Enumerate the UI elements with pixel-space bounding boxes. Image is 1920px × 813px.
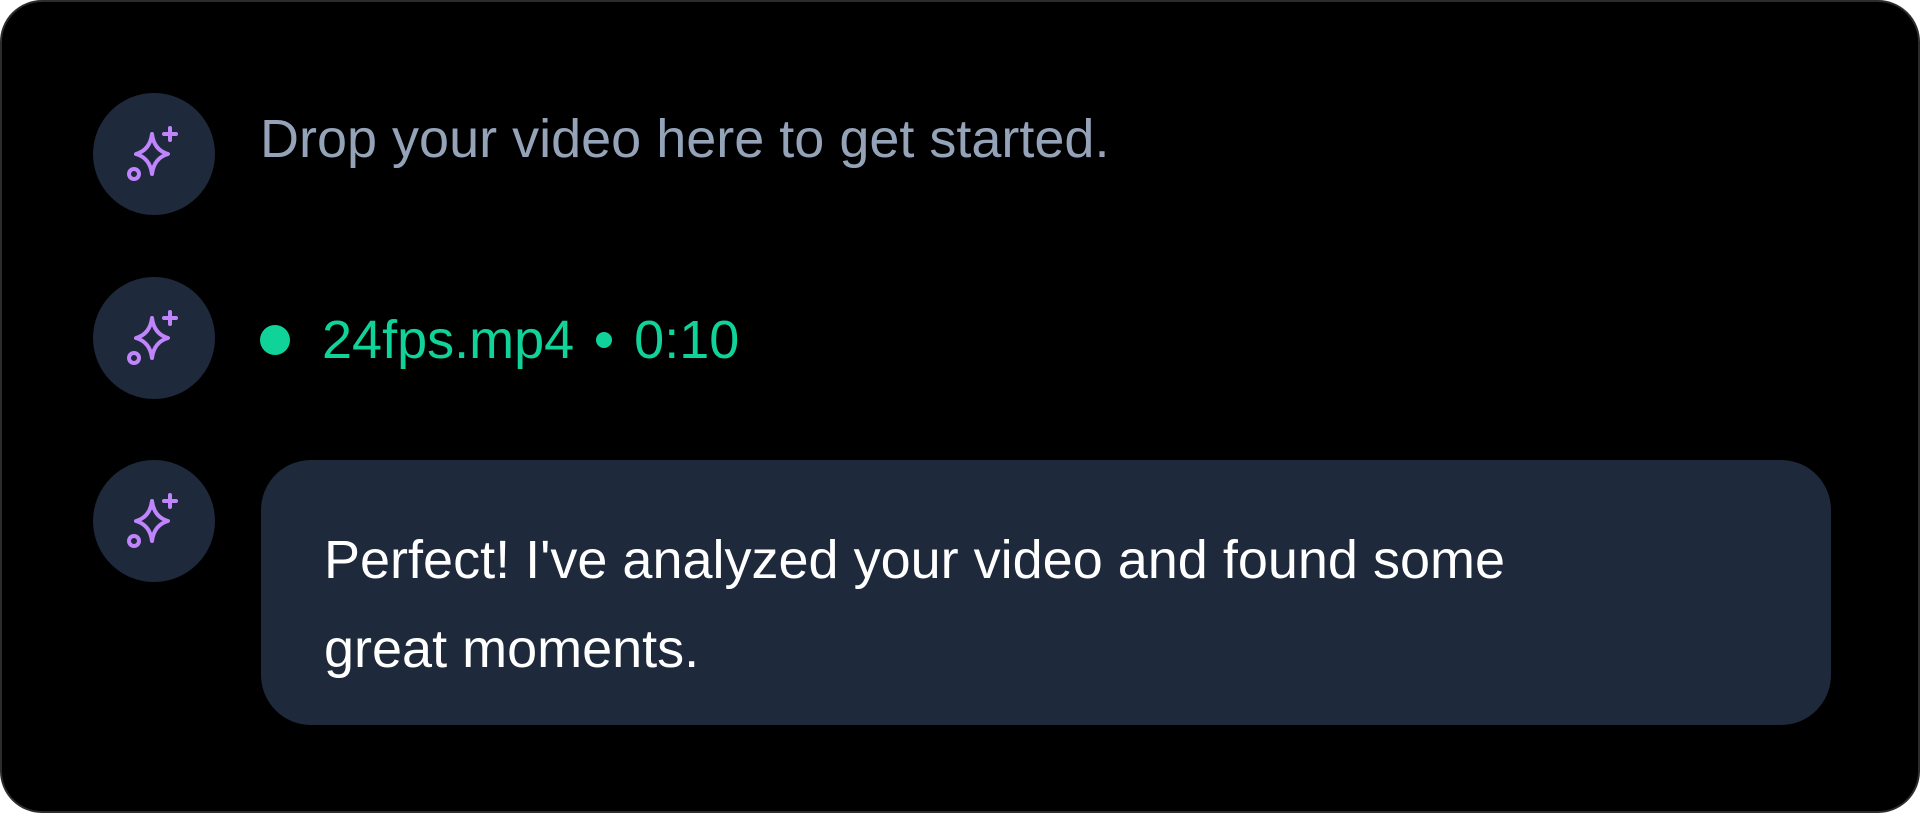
assistant-avatar xyxy=(93,277,215,399)
file-status: 24fps.mp4 0:10 xyxy=(260,308,739,372)
assistant-message-text: Perfect! I've analyzed your video and fo… xyxy=(324,530,1506,679)
sparkles-icon xyxy=(127,310,178,365)
video-duration: 0:10 xyxy=(634,310,740,370)
drop-video-hint: Drop your video here to get started. xyxy=(260,109,1110,169)
sparkles-icon xyxy=(127,493,178,548)
status-indicator xyxy=(260,325,290,355)
chat-panel: Drop your video here to get started. 24f… xyxy=(0,0,1920,813)
assistant-message-bubble: Perfect! I've analyzed your video and fo… xyxy=(261,460,1831,725)
assistant-avatar xyxy=(93,93,215,215)
assistant-avatar xyxy=(93,460,215,582)
sparkles-icon xyxy=(127,126,178,181)
separator-dot xyxy=(596,332,613,348)
file-name: 24fps.mp4 xyxy=(322,310,575,370)
